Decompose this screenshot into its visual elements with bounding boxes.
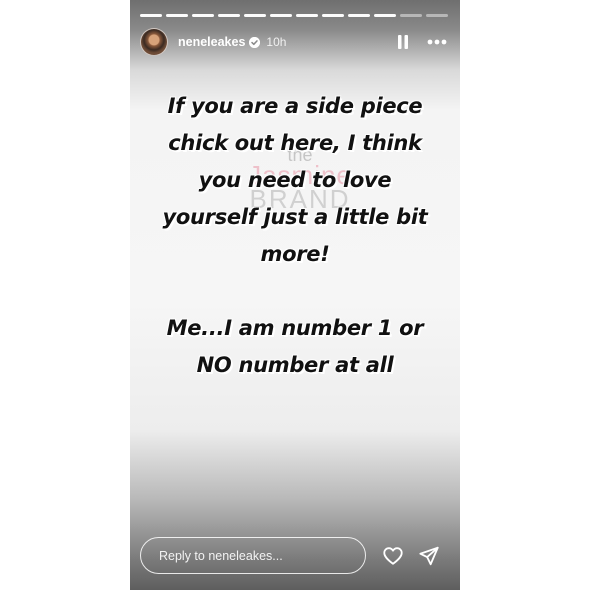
progress-segment xyxy=(426,14,448,17)
story-header: neneleakes 10h xyxy=(140,28,448,56)
send-icon xyxy=(419,546,439,566)
username[interactable]: neneleakes xyxy=(178,35,245,49)
story-text-line: NO number at all xyxy=(196,353,394,377)
story-text-line: chick out here, I think xyxy=(168,131,422,155)
heart-icon xyxy=(383,547,403,565)
send-button[interactable] xyxy=(418,545,440,567)
verified-badge-icon xyxy=(249,36,261,48)
story-text-line: you need to love xyxy=(198,168,392,192)
story-progress-bar xyxy=(140,14,448,17)
pause-button[interactable] xyxy=(394,33,412,51)
progress-segment xyxy=(270,14,292,17)
like-button[interactable] xyxy=(382,545,404,567)
page: neneleakes 10h the Jasmine BRAND If you … xyxy=(0,0,590,590)
more-options-icon xyxy=(427,39,447,45)
post-time: 10h xyxy=(266,35,287,49)
story-text-paragraph-2: Me...I am number 1 or NO number at all xyxy=(130,310,460,384)
avatar[interactable] xyxy=(140,28,168,56)
progress-segment xyxy=(400,14,422,17)
progress-segment xyxy=(244,14,266,17)
progress-segment xyxy=(348,14,370,17)
reply-input[interactable]: Reply to neneleakes... xyxy=(140,537,366,574)
progress-segment xyxy=(218,14,240,17)
story-text-line: more! xyxy=(260,242,330,266)
story-text-line: yourself just a little bit xyxy=(162,205,428,229)
story-text-paragraph-1: If you are a side piece chick out here, … xyxy=(130,88,460,273)
more-options-button[interactable] xyxy=(426,33,448,51)
progress-segment xyxy=(374,14,396,17)
progress-segment xyxy=(166,14,188,17)
progress-segment xyxy=(140,14,162,17)
reply-placeholder: Reply to neneleakes... xyxy=(159,548,283,563)
pause-icon xyxy=(398,35,408,49)
progress-segment xyxy=(322,14,344,17)
story-text-line: If you are a side piece xyxy=(167,94,423,118)
progress-segment xyxy=(192,14,214,17)
story-text-line: Me...I am number 1 or xyxy=(166,316,424,340)
story-viewer[interactable]: neneleakes 10h the Jasmine BRAND If you … xyxy=(130,0,460,590)
progress-segment xyxy=(296,14,318,17)
